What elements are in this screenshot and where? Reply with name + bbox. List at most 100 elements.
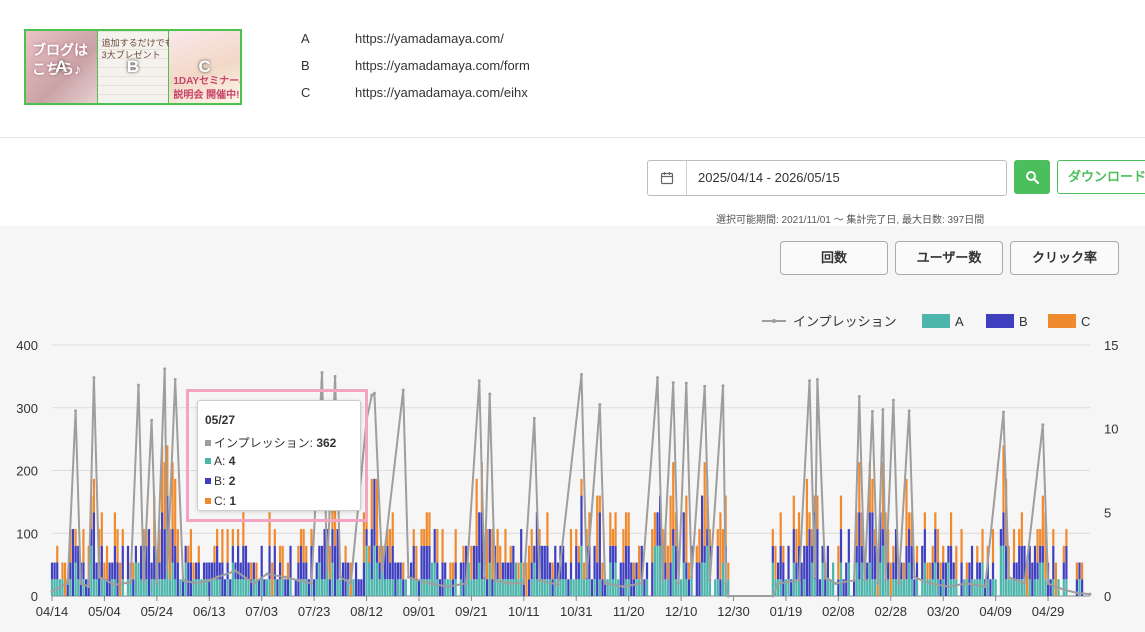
bar-a [234, 579, 237, 596]
search-button[interactable] [1014, 160, 1050, 194]
bar-a [171, 562, 174, 596]
metric-ctr-button[interactable]: クリック率 [1010, 241, 1119, 275]
bar-b [635, 562, 638, 580]
bar-a [585, 579, 588, 596]
bar-c [231, 529, 234, 546]
bar-a [803, 579, 806, 596]
bar-c [74, 529, 77, 546]
impression-point [907, 409, 911, 413]
bar-c [1036, 529, 1039, 563]
impression-point [97, 575, 101, 579]
bar-c [370, 478, 373, 530]
bar-a [179, 579, 182, 596]
chart-svg[interactable]: 0 100 200 300 400 0 5 10 15 04/14 05/04 05/24 06/13 0… [0, 300, 1145, 632]
bar-a [1002, 545, 1005, 596]
y-right-tick-label: 0 [1104, 589, 1111, 604]
bar-a [892, 579, 895, 596]
bar-c [1018, 529, 1021, 546]
bar-a [653, 545, 656, 596]
impression-point [427, 581, 431, 585]
impression-point [891, 398, 895, 402]
bar-c [310, 529, 313, 546]
tooltip-value: 4 [228, 454, 236, 468]
metric-count-button[interactable]: 回数 [780, 241, 888, 275]
bar-a [894, 579, 898, 596]
bar-a [315, 579, 318, 596]
link-url[interactable]: https://yamadamaya.com/eihx [355, 85, 528, 100]
bar-a [779, 579, 782, 596]
banner-thumb-b[interactable]: 追加するだけでもらえる! 3大プレゼント B [97, 31, 203, 103]
bar-b [871, 512, 874, 580]
search-icon [1026, 171, 1039, 184]
bar-c [344, 545, 347, 563]
bar-c [797, 512, 801, 546]
bar-c [611, 529, 615, 546]
banner-thumb-a[interactable]: ブログは こちら♪ A [26, 31, 98, 103]
bar-b [543, 545, 546, 580]
bar-a [915, 579, 919, 596]
bar-c [889, 562, 892, 596]
bar-a [475, 579, 478, 596]
bar-a [530, 579, 533, 596]
bar-b [719, 579, 722, 596]
bar-b [1015, 562, 1018, 580]
bar-c [425, 512, 428, 546]
legend-c-label: C [1081, 314, 1090, 329]
bar-c [837, 545, 840, 580]
bar-c [598, 495, 601, 513]
bar-a [564, 579, 567, 596]
bar-b [174, 545, 177, 580]
calendar-icon[interactable] [648, 161, 687, 195]
link-url[interactable]: https://yamadamaya.com/ [355, 31, 504, 46]
bar-c [226, 529, 229, 563]
impression-point [129, 580, 133, 584]
bar-b [475, 545, 478, 580]
metric-users-button[interactable]: ユーザー数 [895, 241, 1003, 275]
x-tick-label: 09/21 [455, 604, 488, 619]
bar-b [968, 562, 971, 596]
tooltip-label: C [214, 494, 223, 508]
tooltip-row-a: A: 4 [205, 454, 235, 468]
bar-a [839, 562, 843, 596]
bar-c [56, 545, 59, 563]
bar-b [643, 579, 646, 596]
bar-c [551, 562, 554, 580]
bar-a [685, 579, 688, 596]
bar-a [714, 579, 717, 596]
bar-c [299, 529, 303, 546]
bar-b [944, 562, 947, 596]
bar-b [252, 562, 255, 580]
bar-b [294, 579, 297, 596]
bar-b [858, 512, 861, 580]
bar-b [459, 562, 463, 580]
bar-b [462, 562, 465, 596]
bar-b [795, 562, 798, 580]
bar-c [237, 529, 240, 546]
bar-b [554, 545, 557, 580]
bar-b [800, 562, 803, 596]
bar-c [449, 562, 452, 580]
date-range-input[interactable]: 2025/04/14 - 2026/05/15 [647, 160, 1007, 196]
y-left-tick-label: 0 [31, 589, 38, 604]
y-right-tick-label: 15 [1104, 338, 1118, 353]
bar-a [577, 579, 580, 596]
download-button[interactable]: ダウンロード [1057, 160, 1145, 194]
bar-a [847, 562, 850, 596]
bar-a [323, 579, 326, 596]
banner-thumb-c[interactable]: 1DAYセミナー& 説明会 開催中! C [169, 31, 240, 103]
impression-point [92, 376, 96, 380]
bar-b [441, 562, 444, 596]
x-tick-label: 12/10 [665, 604, 698, 619]
link-url[interactable]: https://yamadamaya.com/form [355, 58, 530, 73]
impression-point [690, 575, 694, 579]
x-tick-label: 11/20 [613, 604, 645, 619]
bar-b [375, 545, 379, 563]
bar-b [632, 579, 636, 596]
impression-point [506, 581, 510, 585]
impression-point [538, 578, 542, 582]
impression-point [380, 569, 384, 573]
bar-b [444, 562, 447, 580]
x-tick-label: 02/28 [875, 604, 908, 619]
impression-point [776, 581, 780, 585]
bar-c [100, 512, 103, 546]
